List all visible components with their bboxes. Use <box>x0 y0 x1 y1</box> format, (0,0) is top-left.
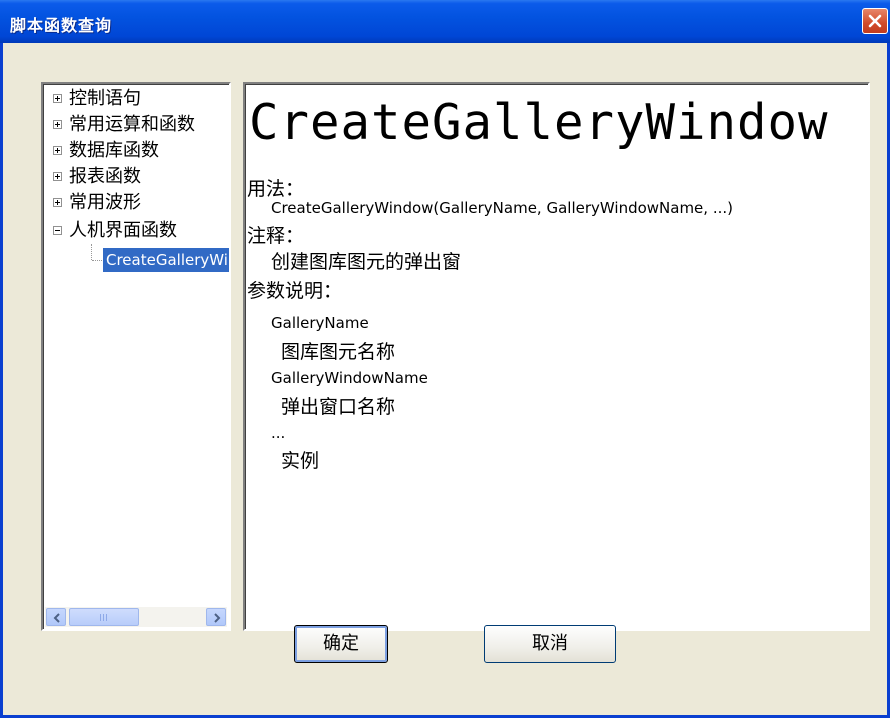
cancel-button[interactable]: 取消 <box>484 625 616 663</box>
expand-plus-icon[interactable] <box>53 198 62 207</box>
arrow-right-icon <box>214 613 221 623</box>
close-button[interactable] <box>862 8 888 34</box>
function-tree[interactable]: 控制语句 常用运算和函数 数据库函数 报表函数 常用波形 人机界面函数 Crea… <box>41 82 231 631</box>
param-name: ... <box>271 424 286 442</box>
params-label: 参数说明： <box>247 280 343 302</box>
expand-plus-icon[interactable] <box>53 120 62 129</box>
tree-item-label: 数据库函数 <box>69 140 159 161</box>
tree-item-label: 控制语句 <box>69 88 141 109</box>
note-text: 创建图库图元的弹出窗 <box>271 251 462 273</box>
tree-connector-line <box>92 260 102 261</box>
horizontal-scrollbar[interactable] <box>45 607 227 627</box>
tree-connector-line <box>91 244 92 260</box>
ok-button[interactable]: 确定 <box>294 625 388 663</box>
title-bar[interactable]: 脚本函数查询 <box>0 0 890 43</box>
param-description: 弹出窗口名称 <box>281 396 396 418</box>
dialog-body: 控制语句 常用运算和函数 数据库函数 报表函数 常用波形 人机界面函数 Crea… <box>3 40 887 715</box>
function-detail-panel: CreateGalleryWindow 用法： CreateGalleryWin… <box>243 82 870 631</box>
tree-item-common-waveforms[interactable]: 常用波形 <box>43 190 229 216</box>
scroll-left-button[interactable] <box>46 608 66 626</box>
close-icon <box>868 14 882 28</box>
tree-item-selected-child[interactable]: CreateGalleryWindow <box>103 248 229 272</box>
arrow-left-icon <box>53 613 60 623</box>
param-name: GalleryName <box>271 314 369 332</box>
tree-item-common-operations[interactable]: 常用运算和函数 <box>43 112 229 138</box>
collapse-minus-icon[interactable] <box>53 226 62 235</box>
expand-plus-icon[interactable] <box>53 94 62 103</box>
tree-item-control-statements[interactable]: 控制语句 <box>43 86 229 112</box>
note-label: 注释： <box>247 225 305 247</box>
tree-item-label: 人机界面函数 <box>69 220 177 241</box>
window-title: 脚本函数查询 <box>10 16 113 35</box>
tree-item-database-functions[interactable]: 数据库函数 <box>43 138 229 164</box>
expand-plus-icon[interactable] <box>53 146 62 155</box>
scroll-thumb[interactable] <box>69 608 139 626</box>
scroll-right-button[interactable] <box>206 608 226 626</box>
dialog-window: 脚本函数查询 控制语句 常用运算和函数 数据库函数 报表函数 常用波形 人机界面… <box>0 0 890 718</box>
tree-item-label: 常用波形 <box>69 192 141 213</box>
tree-item-label: 常用运算和函数 <box>69 114 195 135</box>
param-description: 图库图元名称 <box>281 341 396 363</box>
tree-item-report-functions[interactable]: 报表函数 <box>43 164 229 190</box>
tree-item-hmi-functions[interactable]: 人机界面函数 <box>43 218 229 244</box>
usage-signature: CreateGalleryWindow(GalleryName, Gallery… <box>271 199 733 217</box>
example-label: 实例 <box>281 450 320 472</box>
param-name: GalleryWindowName <box>271 369 428 387</box>
expand-plus-icon[interactable] <box>53 172 62 181</box>
function-name-heading: CreateGalleryWindow <box>249 94 829 151</box>
usage-label: 用法： <box>247 178 305 200</box>
tree-item-label: 报表函数 <box>69 166 141 187</box>
